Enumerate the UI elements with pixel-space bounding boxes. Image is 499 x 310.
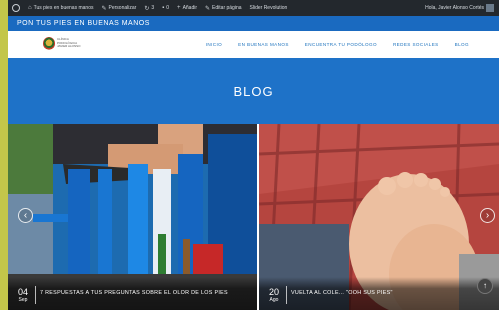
- admin-customize-label: Personalizar: [108, 5, 137, 11]
- post-title-link[interactable]: 7 RESPUESTAS A TUS PREGUNTAS SOBRE EL OL…: [40, 290, 228, 296]
- post-date: 20 Ago: [264, 287, 284, 303]
- pencil-icon: ✎: [205, 5, 211, 12]
- blog-post-card[interactable]: ‹ 04 Sep 7 RESPUESTAS A TUS PREGUNTAS SO…: [8, 124, 257, 310]
- nav-item-blog[interactable]: BLOG: [455, 42, 469, 47]
- browser-viewport: ⌂ Tus pies en buenas manos ✎ Personaliza…: [8, 0, 499, 310]
- admin-updates-count: 3: [151, 5, 155, 11]
- date-divider: [286, 286, 287, 304]
- post-day: 04: [17, 287, 28, 297]
- admin-customize[interactable]: ✎ Personalizar: [101, 5, 136, 12]
- admin-updates[interactable]: ↻ 3: [144, 5, 154, 12]
- chevron-left-icon[interactable]: ‹: [18, 208, 33, 223]
- admin-greeting: Hola, Javier Alonso Cortés: [425, 5, 484, 11]
- admin-new-content[interactable]: + Añadir: [177, 5, 197, 11]
- admin-comments-count: 0: [166, 5, 170, 11]
- nav-item-redes-sociales[interactable]: REDES SOCIALES: [393, 42, 439, 47]
- post-day: 20: [268, 287, 279, 297]
- home-icon: ⌂: [28, 5, 32, 11]
- nav-item-encuentra-tu-podologo[interactable]: ENCUENTRA TU PODÓLOGO: [305, 42, 377, 47]
- main-nav: INICIO EN BUENAS MANOS ENCUENTRA TU PODÓ…: [206, 31, 469, 58]
- wp-admin-bar: ⌂ Tus pies en buenas manos ✎ Personaliza…: [8, 0, 499, 16]
- logo-text: CLÍNICA PODOLÓGICA JAVIER ALONSO: [57, 37, 81, 49]
- blog-banner: BLOG: [8, 58, 499, 124]
- admin-edit-page-label: Editar página: [212, 5, 242, 11]
- admin-site-name[interactable]: ⌂ Tus pies en buenas manos: [28, 5, 93, 11]
- admin-account-menu[interactable]: Hola, Javier Alonso Cortés: [425, 4, 494, 12]
- avatar: [486, 4, 494, 12]
- post-month: Ago: [269, 297, 279, 303]
- chevron-right-icon[interactable]: ›: [480, 208, 495, 223]
- wordpress-icon: [12, 4, 20, 12]
- nav-item-inicio[interactable]: INICIO: [206, 42, 222, 47]
- site-header: CLÍNICA PODOLÓGICA JAVIER ALONSO INICIO …: [8, 31, 499, 59]
- post-title-link[interactable]: VUELTA AL COLE... "OOH SUS PIES": [291, 290, 393, 296]
- nav-item-en-buenas-manos[interactable]: EN BUENAS MANOS: [238, 42, 289, 47]
- page-title: BLOG: [233, 83, 274, 99]
- plus-icon: +: [177, 5, 181, 11]
- admin-edit-page[interactable]: ✎ Editar página: [205, 5, 242, 12]
- post-date: 04 Sep: [13, 287, 33, 303]
- updates-icon: ↻: [144, 5, 150, 12]
- site-logo[interactable]: CLÍNICA PODOLÓGICA JAVIER ALONSO: [43, 37, 83, 50]
- admin-comments[interactable]: ▪ 0: [162, 5, 169, 11]
- post-month: Sep: [18, 297, 28, 303]
- date-divider: [35, 286, 36, 304]
- admin-slider-revolution[interactable]: Slider Revolution: [250, 5, 288, 11]
- brush-icon: ✎: [101, 5, 107, 12]
- comment-icon: ▪: [162, 5, 165, 11]
- site-title[interactable]: PON TUS PIES EN BUENAS MANOS: [8, 16, 499, 31]
- blog-post-card[interactable]: › 20 Ago VUELTA AL COLE... "OOH SUS PIES…: [259, 124, 499, 310]
- wp-logo-menu[interactable]: [12, 4, 20, 12]
- admin-new-label: Añadir: [182, 5, 198, 11]
- arrow-up-icon[interactable]: ↑: [477, 278, 493, 294]
- logo-emblem-icon: [43, 37, 55, 50]
- admin-slider-revolution-label: Slider Revolution: [249, 5, 288, 11]
- admin-site-name-label: Tus pies en buenas manos: [33, 5, 94, 11]
